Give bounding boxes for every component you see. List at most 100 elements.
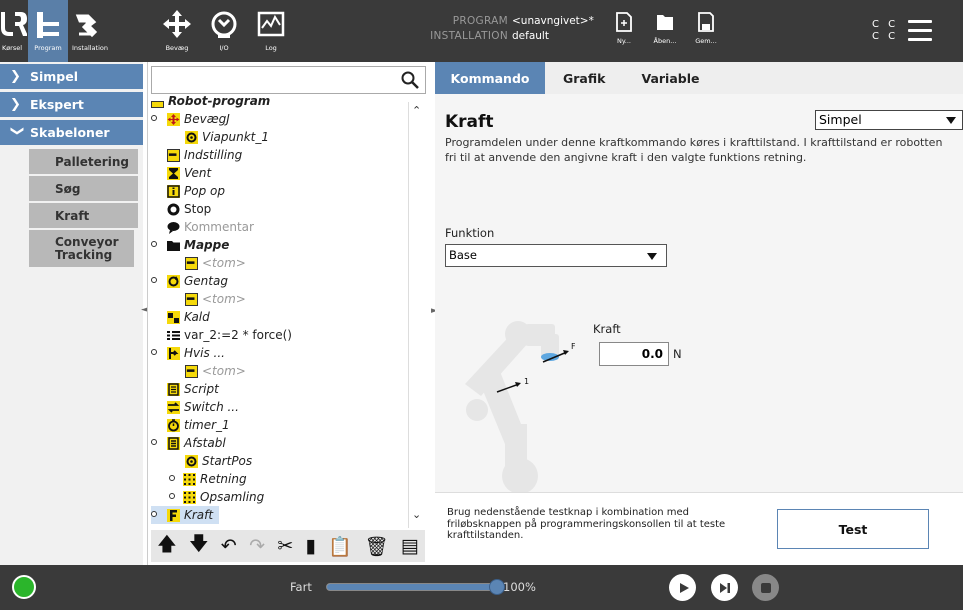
tree-node[interactable]: Mappe bbox=[151, 236, 229, 254]
nav-log-label: Log bbox=[265, 44, 277, 52]
tree-node[interactable]: Kommentar bbox=[167, 218, 254, 236]
new-file-button[interactable]: Ny... bbox=[607, 12, 641, 56]
tree-scrollbar[interactable]: ⌃ ⌄ bbox=[408, 102, 424, 528]
empty-node-icon bbox=[185, 256, 198, 270]
direction-grid-icon bbox=[183, 472, 196, 486]
scroll-up-icon[interactable]: ⌃ bbox=[412, 104, 421, 117]
comment-icon bbox=[167, 221, 180, 234]
category-skabeloner[interactable]: ❯ Skabeloner bbox=[0, 120, 143, 145]
speed-slider[interactable] bbox=[326, 579, 505, 595]
program-icon bbox=[151, 100, 164, 108]
move-up-icon[interactable]: 🡅 bbox=[157, 530, 177, 562]
tree-search-input[interactable] bbox=[151, 66, 426, 94]
tab-variable[interactable]: Variable bbox=[623, 62, 717, 94]
program-tree-panel: Robot-program BevægJ Viapunkt_1 Indstill… bbox=[147, 62, 429, 565]
template-palletering[interactable]: Palletering bbox=[29, 149, 138, 174]
power-status-button[interactable] bbox=[12, 575, 36, 599]
mode-select[interactable]: Simpel bbox=[815, 110, 963, 130]
tree-node[interactable]: timer_1 bbox=[167, 416, 230, 434]
new-file-label: Ny... bbox=[617, 37, 631, 45]
undo-icon[interactable]: ↶ bbox=[221, 535, 237, 557]
dropdown-caret-icon bbox=[647, 253, 657, 260]
category-simpel[interactable]: ❯ Simpel bbox=[0, 64, 143, 89]
save-disk-icon bbox=[698, 12, 714, 32]
nav-log-button[interactable]: Log bbox=[253, 0, 289, 62]
stop-icon bbox=[760, 582, 771, 593]
function-label: Funktion bbox=[445, 226, 495, 240]
tree-node[interactable]: <tom> bbox=[185, 254, 246, 272]
play-button[interactable] bbox=[669, 574, 696, 601]
move-down-icon[interactable]: 🡇 bbox=[189, 530, 209, 562]
folder-icon bbox=[167, 239, 180, 252]
tab-grafik[interactable]: Grafik bbox=[545, 62, 623, 94]
top-header: Kørsel Program Installation Bevæg I/O Lo… bbox=[0, 0, 963, 62]
tree-node[interactable]: Afstabl bbox=[151, 434, 226, 452]
tree-node[interactable]: Gentag bbox=[151, 272, 228, 290]
paste-icon[interactable]: 📋 bbox=[328, 535, 352, 558]
test-button[interactable]: Test bbox=[777, 509, 929, 549]
tree-node[interactable]: Hvis ... bbox=[151, 344, 225, 362]
hamburger-menu-icon[interactable] bbox=[908, 20, 932, 42]
tree-node[interactable]: Switch ... bbox=[167, 398, 239, 416]
cut-icon[interactable]: ✂ bbox=[277, 535, 293, 557]
force-label: Kraft bbox=[593, 322, 621, 336]
ur-logo-icon bbox=[1, 12, 27, 36]
tree-node[interactable]: var_2:=2 * force() bbox=[167, 326, 292, 344]
template-conveyor-tracking[interactable]: Conveyor Tracking bbox=[29, 230, 134, 267]
waypoint-icon bbox=[185, 454, 198, 468]
scroll-down-icon[interactable]: ⌄ bbox=[412, 508, 421, 521]
suppress-icon[interactable]: ▤ bbox=[401, 535, 419, 557]
nav-io-button[interactable]: I/O bbox=[206, 0, 242, 62]
installation-label: INSTALLATION bbox=[430, 30, 508, 42]
tree-node[interactable]: BevægJ bbox=[151, 110, 230, 128]
nav-program-button[interactable]: Program bbox=[28, 0, 68, 62]
nav-installation-button[interactable]: Installation bbox=[70, 0, 110, 62]
force-unit: N bbox=[673, 347, 682, 361]
category-label: Skabeloner bbox=[30, 125, 110, 140]
step-icon bbox=[719, 582, 730, 593]
log-graph-icon bbox=[257, 11, 285, 37]
delete-icon[interactable]: 🗑 bbox=[364, 535, 388, 558]
template-kraft[interactable]: Kraft bbox=[29, 203, 138, 228]
chevron-right-icon: ❯ bbox=[10, 97, 21, 112]
program-tree-icon bbox=[37, 12, 59, 38]
tab-kommando[interactable]: Kommando bbox=[435, 62, 545, 94]
command-description: Programdelen under denne kraftkommando k… bbox=[445, 136, 943, 164]
tree-node[interactable]: <tom> bbox=[185, 290, 246, 308]
tree-node[interactable]: Kald bbox=[167, 308, 210, 326]
test-area: Brug nedenstående testknap i kombination… bbox=[435, 492, 963, 565]
tree-node[interactable]: StartPos bbox=[185, 452, 252, 470]
function-select[interactable]: Base bbox=[445, 244, 667, 267]
tree-node[interactable]: Opsamling bbox=[169, 488, 264, 506]
category-ekspert[interactable]: ❯ Ekspert bbox=[0, 92, 143, 117]
mode-select-value: Simpel bbox=[819, 112, 862, 127]
loop-icon bbox=[167, 274, 180, 288]
save-file-button[interactable]: Gem... bbox=[689, 12, 723, 56]
tree-node[interactable]: Robot-program bbox=[151, 96, 270, 110]
search-icon[interactable] bbox=[401, 71, 419, 89]
robot-illustration: F 1 bbox=[465, 321, 575, 494]
step-button[interactable] bbox=[711, 574, 738, 601]
force-input[interactable]: 0.0 bbox=[599, 342, 669, 366]
play-icon bbox=[679, 582, 689, 593]
copy-icon[interactable]: ▮ bbox=[306, 535, 316, 557]
tab-bar: Kommando Grafik Variable bbox=[435, 62, 963, 94]
tree-node[interactable]: Vent bbox=[167, 164, 211, 182]
tree-node[interactable]: <tom> bbox=[185, 362, 246, 380]
tree-node[interactable]: Pop op bbox=[167, 182, 225, 200]
tree-node[interactable]: Stop bbox=[167, 200, 211, 218]
tree-node-selected[interactable]: Kraft bbox=[151, 506, 219, 524]
folder-icon bbox=[657, 15, 673, 30]
speed-value: 100% bbox=[503, 580, 536, 594]
assignment-icon bbox=[167, 329, 180, 342]
template-soeg[interactable]: Søg bbox=[29, 176, 138, 201]
tree-node[interactable]: Indstilling bbox=[167, 146, 242, 164]
stop-button[interactable] bbox=[752, 574, 779, 601]
redo-icon[interactable]: ↷ bbox=[249, 535, 265, 557]
tree-node[interactable]: Retning bbox=[169, 470, 247, 488]
tree-node[interactable]: Viapunkt_1 bbox=[185, 128, 269, 146]
nav-move-button[interactable]: Bevæg bbox=[157, 0, 197, 62]
tree-node[interactable]: Script bbox=[167, 380, 219, 398]
open-file-button[interactable]: Åben... bbox=[648, 12, 682, 56]
category-label: Simpel bbox=[30, 69, 79, 84]
